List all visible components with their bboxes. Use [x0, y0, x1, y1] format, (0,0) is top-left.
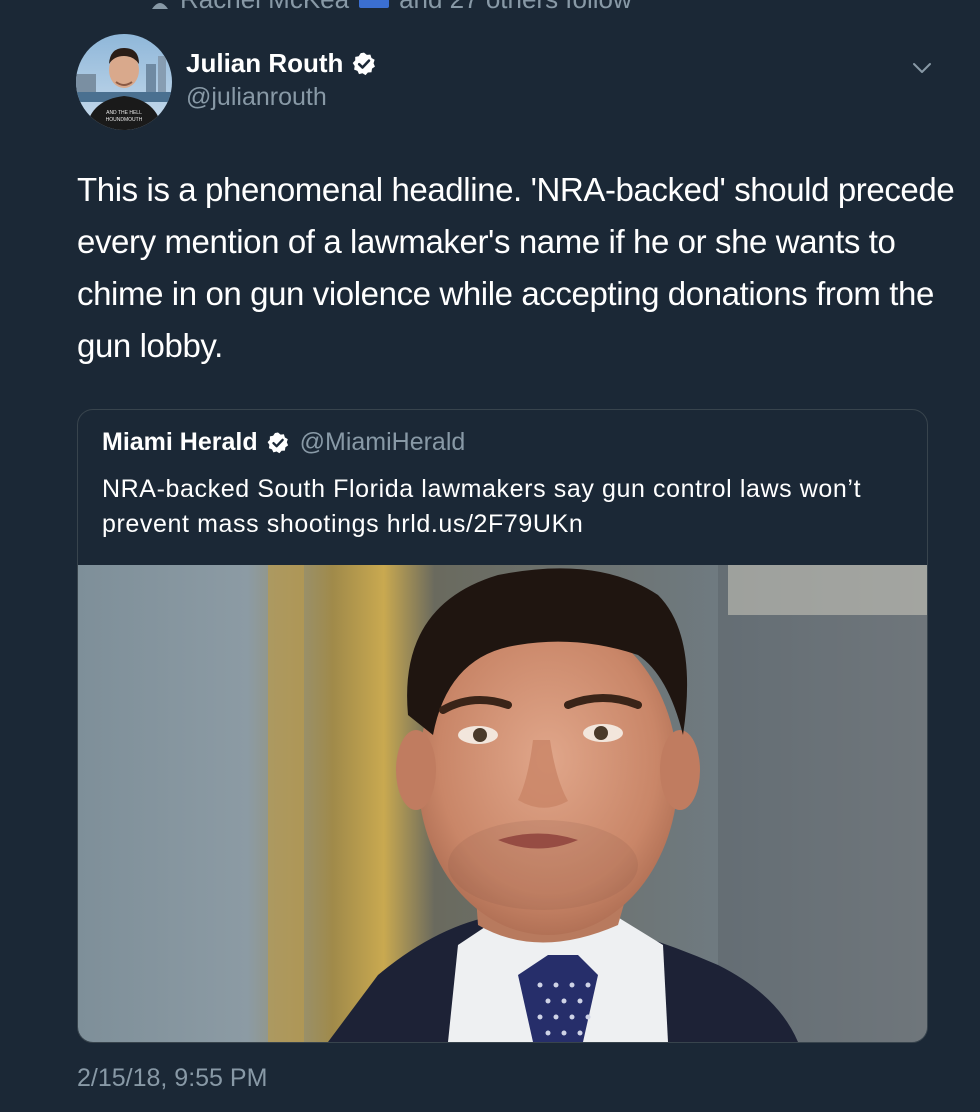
verified-icon: [267, 432, 288, 453]
author-names[interactable]: Julian Routh @julianrouth: [186, 48, 377, 112]
quoted-tweet-card[interactable]: Miami Herald @MiamiHerald NRA-backed Sou…: [77, 409, 928, 1043]
avatar[interactable]: AND THE HELL HOUNDMOUTH: [76, 34, 172, 130]
display-name-row: Julian Routh: [186, 48, 377, 79]
quoted-tweet-text: NRA-backed South Florida lawmakers say g…: [102, 475, 862, 538]
flag-emoji-icon: [359, 0, 390, 8]
author-name[interactable]: Julian Routh: [186, 48, 343, 79]
quoted-tweet-header: Miami Herald @MiamiHerald: [102, 428, 465, 457]
social-context[interactable]: Rachel McKea and 27 others follow: [150, 0, 632, 15]
tweet-detail-page: Rachel McKea and 27 others follow: [0, 0, 980, 1112]
tweet-header: AND THE HELL HOUNDMOUTH Julian Routh @ju…: [76, 34, 940, 134]
avatar-shirt-text: HOUNDMOUTH: [106, 117, 143, 123]
social-context-rest: and 27 others follow: [399, 0, 632, 15]
author-handle[interactable]: @julianrouth: [186, 83, 377, 112]
chevron-down-icon[interactable]: [908, 54, 936, 82]
person-icon: [152, 3, 168, 9]
tweet-text: This is a phenomenal headline. 'NRA-back…: [77, 171, 955, 364]
quoted-tweet-photo[interactable]: [78, 565, 927, 1042]
quoted-author-name: Miami Herald: [102, 428, 258, 456]
quoted-author-handle: @MiamiHerald: [299, 428, 466, 456]
tweet-timestamp[interactable]: 2/15/18, 9:55 PM: [77, 1064, 267, 1093]
verified-icon: [353, 52, 376, 75]
avatar-shirt-text: AND THE HELL: [106, 110, 142, 116]
social-context-name: Rachel McKea: [180, 0, 349, 15]
